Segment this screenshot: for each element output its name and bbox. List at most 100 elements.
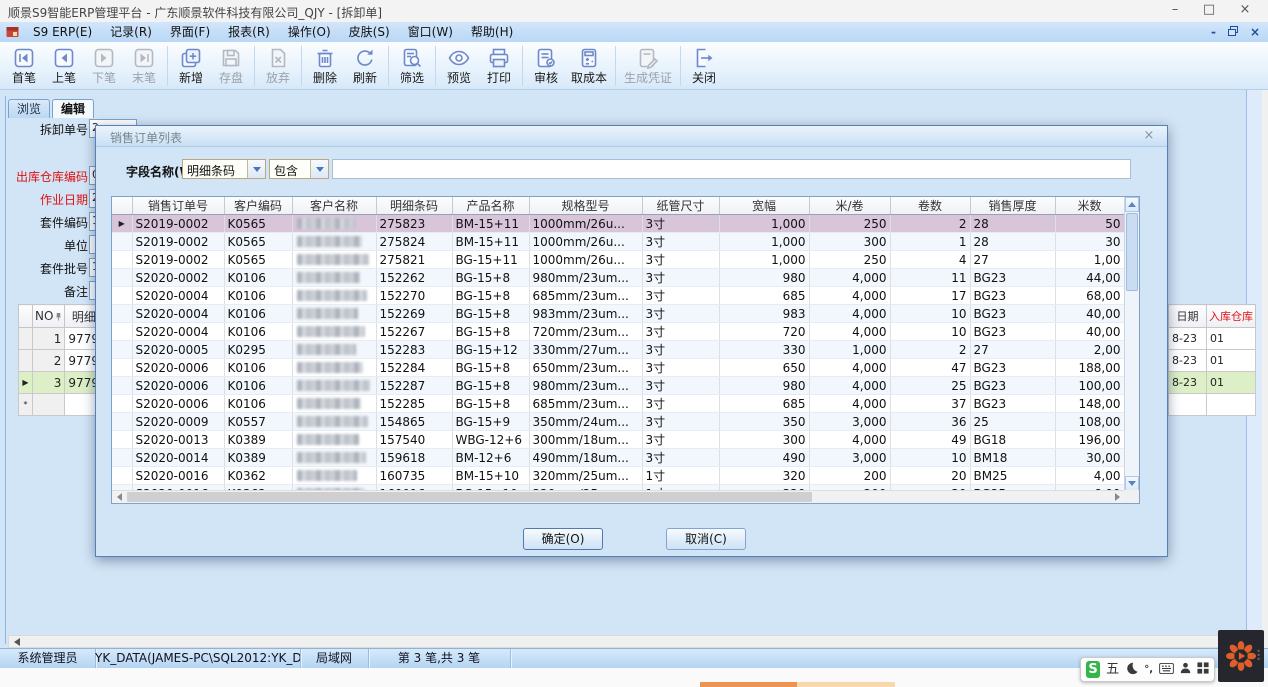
grid-cell[interactable]: 650mm/23um... <box>529 359 642 377</box>
toolbar-button-filter[interactable]: 筛选 <box>392 45 432 86</box>
grid-cell[interactable]: 188,00 <box>1055 359 1124 377</box>
detail-row-1[interactable]: 8-2301 <box>1169 328 1256 350</box>
grid-cell[interactable]: 1000mm/26u... <box>529 215 642 233</box>
grid-cell[interactable]: 28 <box>970 233 1055 251</box>
sales-order-row-15[interactable]: S2020-0016K0362160735BM-15+10320mm/25um.… <box>112 467 1124 485</box>
toolbar-button-prev[interactable]: 上笔 <box>44 45 84 86</box>
dialog-titlebar[interactable]: 销售订单列表 × <box>96 126 1167 147</box>
customer-name-cell[interactable] <box>292 395 376 413</box>
user-icon[interactable] <box>1180 662 1191 677</box>
customer-name-cell[interactable] <box>292 377 376 395</box>
grid-cell[interactable]: S2020-0013 <box>132 431 224 449</box>
grid-cell[interactable]: 4,000 <box>809 305 890 323</box>
grid-column-header-5[interactable]: 产品名称 <box>452 197 529 215</box>
grid-cell[interactable]: 983mm/23um... <box>529 305 642 323</box>
tab-browse[interactable]: 浏览 <box>8 99 50 118</box>
grid-cell[interactable]: K0106 <box>224 287 292 305</box>
grid-cell[interactable]: 1,000 <box>809 341 890 359</box>
grid-cell[interactable]: 650 <box>719 359 809 377</box>
grid-cell[interactable]: 49 <box>890 431 970 449</box>
grid-cell[interactable]: WBG-12+6 <box>452 431 529 449</box>
grid-cell[interactable]: 300mm/18um... <box>529 431 642 449</box>
moon-icon[interactable] <box>1125 662 1138 678</box>
tab-edit[interactable]: 编辑 <box>52 99 94 118</box>
mdi-restore-icon[interactable] <box>1228 23 1238 41</box>
grid-cell[interactable]: S2020-0006 <box>132 359 224 377</box>
menu-item-3[interactable]: 报表(R) <box>219 22 279 42</box>
grid-cell[interactable]: S2020-0002 <box>132 269 224 287</box>
customer-name-cell[interactable] <box>292 269 376 287</box>
customer-name-cell[interactable] <box>292 251 376 269</box>
grid-cell[interactable]: BM18 <box>970 449 1055 467</box>
grid-cell[interactable]: BG-15+8 <box>452 269 529 287</box>
toolbar-button-delete[interactable]: 删除 <box>305 45 345 86</box>
grid-cell[interactable]: 37 <box>890 395 970 413</box>
search-value-input[interactable] <box>332 159 1131 179</box>
grid-column-header-10[interactable]: 卷数 <box>890 197 970 215</box>
grid-cell[interactable]: BG-15+8 <box>452 305 529 323</box>
grid-cell[interactable]: 1,000 <box>719 215 809 233</box>
grid-cell[interactable]: 275824 <box>376 233 452 251</box>
punctuation-icon[interactable]: °, <box>1144 662 1153 677</box>
grid-cell[interactable]: 10 <box>890 323 970 341</box>
detail-grid-right-table[interactable]: 日期入库仓库8-23018-23018-2301 <box>1168 304 1256 416</box>
sales-order-row-13[interactable]: S2020-0013K0389157540WBG-12+6300mm/18um.… <box>112 431 1124 449</box>
customer-name-cell[interactable] <box>292 215 376 233</box>
detail-row-2[interactable]: 8-2301 <box>1169 350 1256 372</box>
grid-cell[interactable]: K0389 <box>224 449 292 467</box>
grid-hscrollbar[interactable] <box>112 490 1124 503</box>
sales-order-table[interactable]: 销售订单号客户编码客户名称明细条码产品名称规格型号纸管尺寸宽幅米/卷卷数销售厚度… <box>112 197 1125 503</box>
grid-cell[interactable]: 3寸 <box>642 413 719 431</box>
grid-cell[interactable]: 2 <box>890 341 970 359</box>
mdi-close-button[interactable]: × <box>1250 23 1260 41</box>
grid-column-header-9[interactable]: 米/卷 <box>809 197 890 215</box>
grid-cell[interactable]: 10 <box>890 305 970 323</box>
grid-column-header-12[interactable]: 米数 <box>1055 197 1124 215</box>
grid-cell[interactable]: BM25 <box>970 467 1055 485</box>
grid-cell[interactable]: 980mm/23um... <box>529 377 642 395</box>
grid-cell[interactable]: S2020-0016 <box>132 467 224 485</box>
window-minimize-button[interactable]: – <box>1158 0 1192 22</box>
grid-cell[interactable]: 1000mm/26u... <box>529 251 642 269</box>
grid-cell[interactable]: BG-15+8 <box>452 323 529 341</box>
grid-cell[interactable]: S2020-0005 <box>132 341 224 359</box>
grid-cell[interactable]: 4,000 <box>809 269 890 287</box>
grid-cell[interactable]: BM-15+10 <box>452 467 529 485</box>
keyboard-icon[interactable] <box>1159 663 1174 677</box>
grid-cell[interactable]: 1寸 <box>642 467 719 485</box>
grid-cell[interactable]: 28 <box>970 215 1055 233</box>
grid-cell[interactable]: 44,00 <box>1055 269 1124 287</box>
grid-cell[interactable]: 36 <box>890 413 970 431</box>
grid-cell[interactable]: 4,000 <box>809 395 890 413</box>
customer-name-cell[interactable] <box>292 467 376 485</box>
grid-vscrollbar[interactable] <box>1124 197 1139 491</box>
grid-cell[interactable]: 980mm/23um... <box>529 269 642 287</box>
grid-cell[interactable]: 3寸 <box>642 323 719 341</box>
grid-cell[interactable]: S2020-0004 <box>132 287 224 305</box>
grid-cell[interactable]: 3寸 <box>642 233 719 251</box>
sales-order-row-3[interactable]: S2019-0002K0565275821BG-15+111000mm/26u.… <box>112 251 1124 269</box>
grid-cell[interactable]: 4,000 <box>809 287 890 305</box>
grid-cell[interactable]: 160735 <box>376 467 452 485</box>
grid-column-header-6[interactable]: 规格型号 <box>529 197 642 215</box>
grid-cell[interactable]: 685 <box>719 287 809 305</box>
menu-item-5[interactable]: 皮肤(S) <box>340 22 399 42</box>
grid-cell[interactable]: 27 <box>970 341 1055 359</box>
window-maximize-button[interactable]: □ <box>1192 0 1226 22</box>
grid-cell[interactable]: S2020-0006 <box>132 395 224 413</box>
grid-cell[interactable]: 4,000 <box>809 323 890 341</box>
sales-order-row-6[interactable]: S2020-0004K0106152269BG-15+8983mm/23um..… <box>112 305 1124 323</box>
chevron-down-icon[interactable] <box>310 160 328 178</box>
grid-cell[interactable]: 1000mm/26u... <box>529 233 642 251</box>
grid-cell[interactable]: 27 <box>970 251 1055 269</box>
sales-order-row-7[interactable]: S2020-0004K0106152267BG-15+8720mm/23um..… <box>112 323 1124 341</box>
customer-name-cell[interactable] <box>292 449 376 467</box>
grid-cell[interactable]: K0362 <box>224 467 292 485</box>
grid-cell[interactable]: 3寸 <box>642 431 719 449</box>
customer-name-cell[interactable] <box>292 305 376 323</box>
grid-column-header-3[interactable]: 客户名称 <box>292 197 376 215</box>
grid-cell[interactable]: 157540 <box>376 431 452 449</box>
grid-cell[interactable]: 152269 <box>376 305 452 323</box>
operator-combo[interactable]: 包含 <box>269 159 329 179</box>
grid-cell[interactable]: BG-15+9 <box>452 413 529 431</box>
